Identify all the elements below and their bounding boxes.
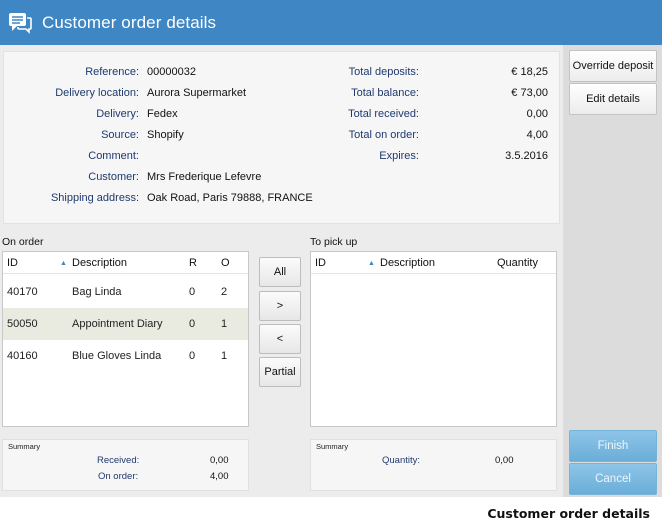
partial-button[interactable]: Partial xyxy=(259,357,301,387)
to-pick-up-col-quantity[interactable]: Quantity xyxy=(497,257,538,269)
total-on-order-label: Total on order: xyxy=(348,129,419,141)
total-received-value: 0,00 xyxy=(526,108,548,120)
summary-title: Summary xyxy=(8,442,41,451)
total-balance-label: Total balance: xyxy=(351,87,419,99)
to-pick-up-col-id[interactable]: ID xyxy=(315,257,326,269)
sort-ascending-icon: ▲ xyxy=(368,260,375,267)
window-title: Customer order details xyxy=(42,12,217,32)
row-id: 40160 xyxy=(7,350,38,362)
order-info-panel: Reference: 00000032 Delivery location: A… xyxy=(3,51,560,224)
on-order-col-description[interactable]: Description xyxy=(72,257,127,269)
row-description: Appointment Diary xyxy=(72,318,163,330)
move-left-button[interactable]: < xyxy=(259,324,301,354)
row-o: 1 xyxy=(221,318,228,330)
info-row-expires: Expires: 3.5.2016 xyxy=(4,149,561,163)
row-r: 0 xyxy=(189,318,196,330)
row-o: 2 xyxy=(221,286,228,298)
to-pick-up-grid[interactable]: ID ▲ Description Quantity xyxy=(310,251,557,427)
info-row-total-on-order: Total on order: 4,00 xyxy=(4,128,561,142)
quantity-label: Quantity: xyxy=(382,455,421,466)
cancel-button[interactable]: Cancel xyxy=(569,463,657,495)
to-pick-up-grid-header: ID ▲ Description Quantity xyxy=(311,252,556,274)
expires-label: Expires: xyxy=(379,150,419,162)
to-pick-up-summary: Summary Quantity: 0,00 xyxy=(310,439,557,491)
info-row-customer: Customer: Mrs Frederique Lefevre xyxy=(4,170,561,184)
info-row-shipping-address: Shipping address: Oak Road, Paris 79888,… xyxy=(4,191,561,205)
row-r: 0 xyxy=(189,286,196,298)
row-description: Blue Gloves Linda xyxy=(72,350,162,362)
on-order-col-o[interactable]: O xyxy=(221,257,230,269)
to-pick-up-title: To pick up xyxy=(310,236,358,248)
sort-ascending-icon: ▲ xyxy=(60,260,67,267)
info-row-total-balance: Total balance: € 73,00 xyxy=(4,86,561,100)
total-deposits-label: Total deposits: xyxy=(348,66,419,78)
on-order-grid[interactable]: ID ▲ Description R O 40170 Bag Linda 0 2… xyxy=(2,251,249,427)
row-id: 40170 xyxy=(7,286,38,298)
table-row[interactable]: 40170 Bag Linda 0 2 xyxy=(3,276,248,308)
row-id: 50050 xyxy=(7,318,38,330)
quantity-value: 0,00 xyxy=(495,455,514,466)
total-received-label: Total received: xyxy=(348,108,419,120)
received-value: 0,00 xyxy=(210,455,229,466)
total-balance-value: € 73,00 xyxy=(511,87,548,99)
move-right-button[interactable]: > xyxy=(259,291,301,321)
total-deposits-value: € 18,25 xyxy=(511,66,548,78)
on-order-col-id[interactable]: ID xyxy=(7,257,18,269)
to-pick-up-col-description[interactable]: Description xyxy=(380,257,435,269)
table-row-selected[interactable]: 50050 Appointment Diary 0 1 xyxy=(3,308,248,340)
summary-title: Summary xyxy=(316,442,349,451)
customer-label: Customer: xyxy=(88,171,139,183)
on-order-title: On order xyxy=(2,236,44,248)
chat-bubbles-icon xyxy=(9,12,32,34)
customer-value: Mrs Frederique Lefevre xyxy=(147,171,262,183)
received-label: Received: xyxy=(97,455,140,466)
table-row[interactable]: 40160 Blue Gloves Linda 0 1 xyxy=(3,340,248,372)
shipping-address-label: Shipping address: xyxy=(50,192,139,204)
on-order-grid-header: ID ▲ Description R O xyxy=(3,252,248,274)
move-all-button[interactable]: All xyxy=(259,257,301,287)
on-order-label: On order: xyxy=(98,471,139,482)
edit-details-button[interactable]: Edit details xyxy=(569,83,657,115)
finish-button[interactable]: Finish xyxy=(569,430,657,462)
row-description: Bag Linda xyxy=(72,286,122,298)
on-order-value: 4,00 xyxy=(210,471,229,482)
override-deposit-button[interactable]: Override deposit xyxy=(569,50,657,82)
on-order-summary: Summary Received: 0,00 On order: 4,00 xyxy=(2,439,249,491)
title-bar: Customer order details xyxy=(0,0,662,45)
figure-caption: Customer order details xyxy=(487,506,650,521)
row-o: 1 xyxy=(221,350,228,362)
expires-value: 3.5.2016 xyxy=(505,150,548,162)
on-order-col-r[interactable]: R xyxy=(189,257,197,269)
info-row-total-deposits: Total deposits: € 18,25 xyxy=(4,65,561,79)
info-row-total-received: Total received: 0,00 xyxy=(4,107,561,121)
shipping-address-value: Oak Road, Paris 79888, FRANCE xyxy=(147,192,313,204)
main-content: Reference: 00000032 Delivery location: A… xyxy=(0,45,563,497)
total-on-order-value: 4,00 xyxy=(526,129,548,141)
row-r: 0 xyxy=(189,350,196,362)
